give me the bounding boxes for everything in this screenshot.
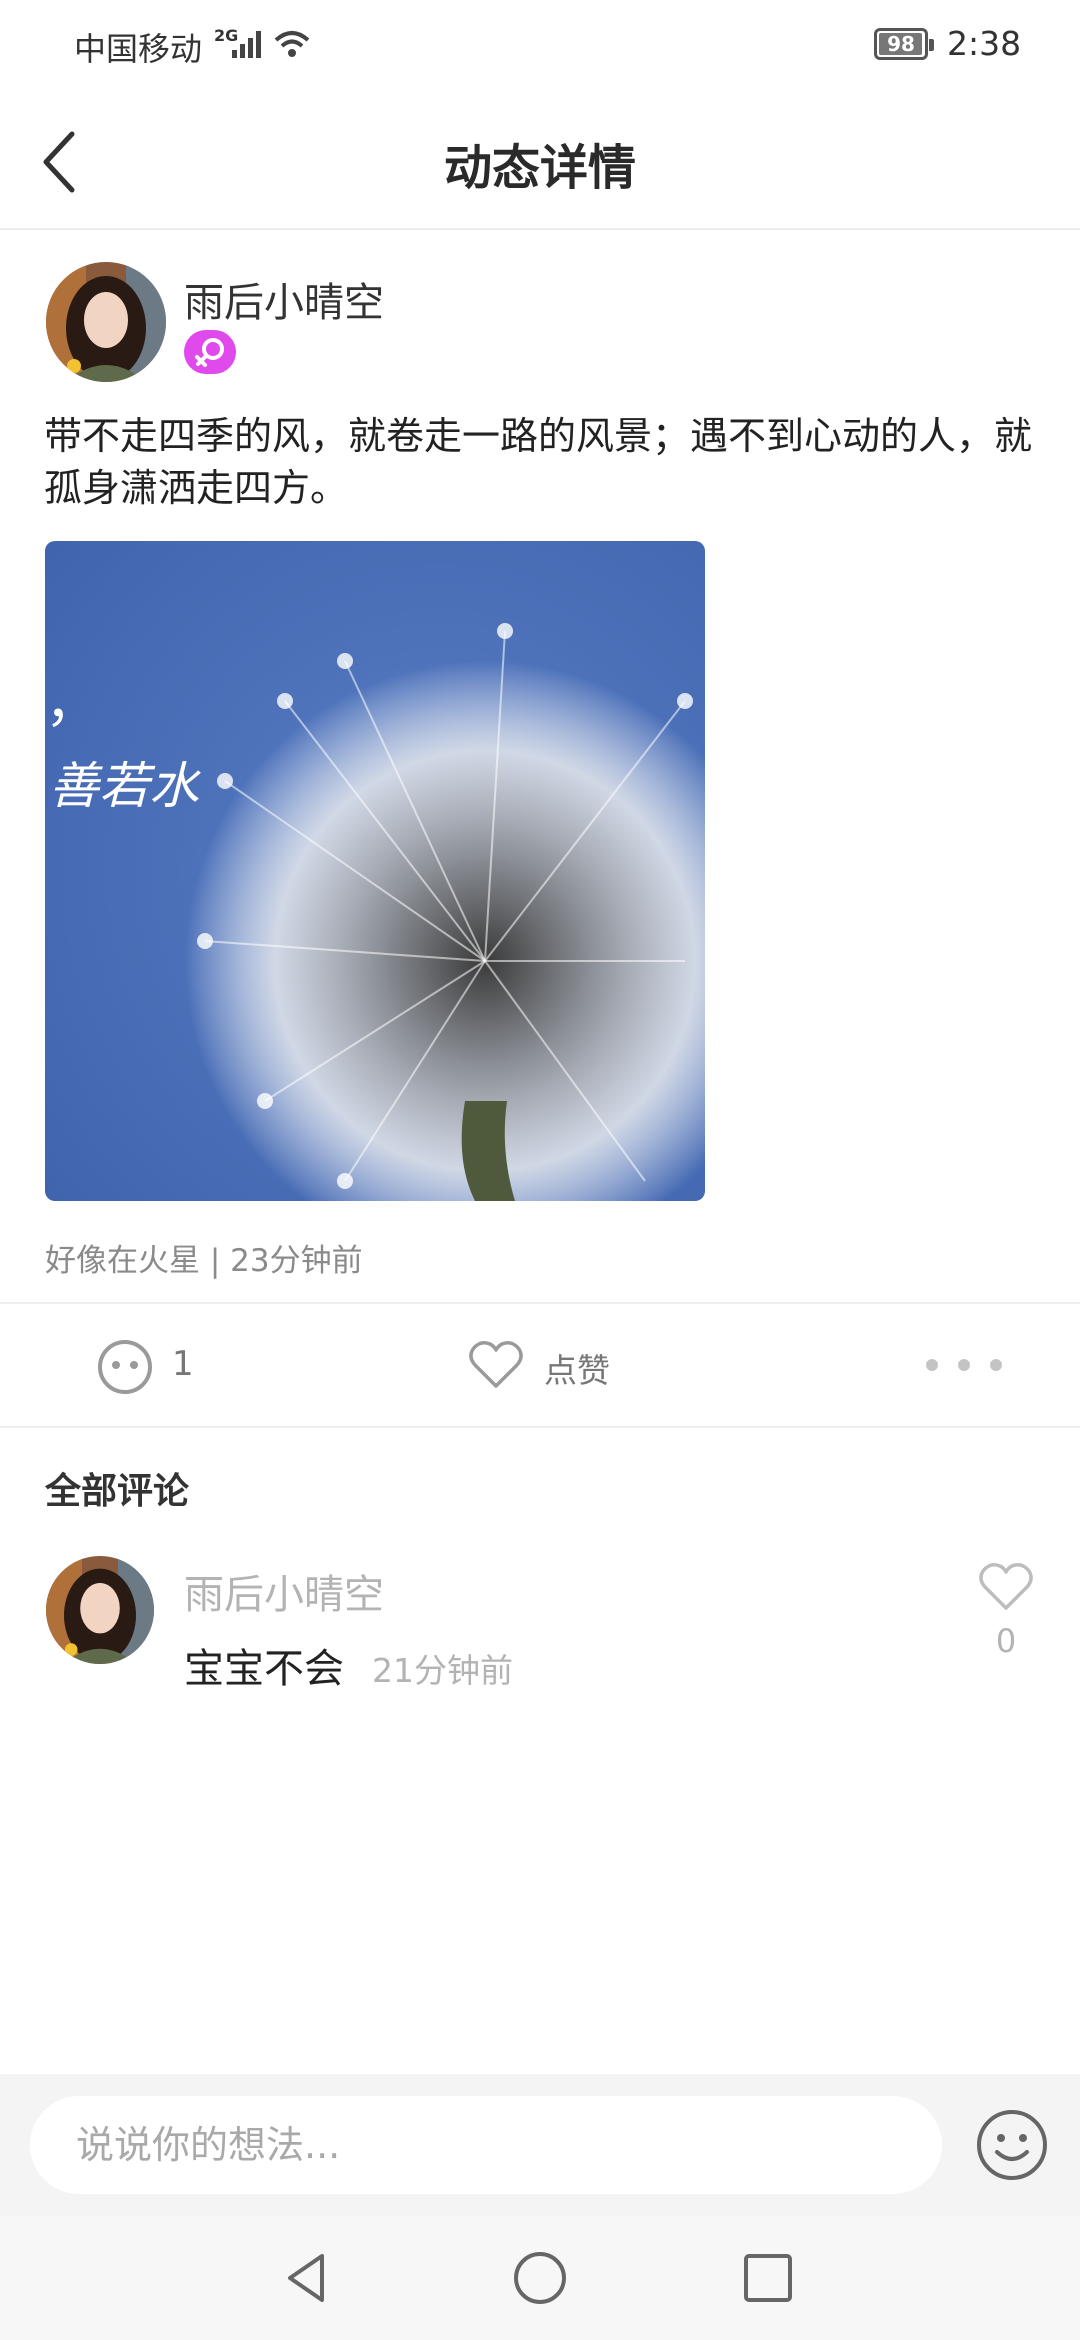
like-label: 点赞 xyxy=(544,1351,610,1390)
app-header: 动态详情 xyxy=(0,92,1080,230)
emoji-button[interactable] xyxy=(975,2108,1049,2182)
comment-bubble-icon xyxy=(98,1340,152,1394)
comment-input[interactable] xyxy=(30,2096,942,2194)
gender-badge xyxy=(184,330,236,374)
avatar-photo xyxy=(46,262,166,382)
battery-percent: 98 xyxy=(887,32,915,56)
heart-outline-icon xyxy=(469,1341,523,1388)
comment-like-count: 0 xyxy=(995,1622,1017,1660)
post-author-avatar[interactable] xyxy=(46,262,166,382)
comment-like-button[interactable]: 0 xyxy=(976,1560,1036,1670)
divider xyxy=(0,1426,1080,1428)
post-meta: 好像在火星 | 23分钟前 xyxy=(45,1243,363,1279)
post-author-name[interactable]: 雨后小晴空 xyxy=(184,270,384,328)
smiley-icon xyxy=(977,2110,1047,2180)
comment-button[interactable]: 1 xyxy=(96,1330,296,1400)
post-content: 带不走四季的风，就卷走一路的风景；遇不到心动的人，就孤身潇洒走四方。 xyxy=(44,414,1033,510)
system-nav-bar xyxy=(0,2216,1080,2340)
circle-home-icon xyxy=(514,2252,566,2304)
wifi-icon xyxy=(272,28,312,64)
divider xyxy=(0,1302,1080,1304)
image-caption-top: ， xyxy=(45,671,99,734)
clock: 2:38 xyxy=(947,24,1022,63)
status-bar: 中国移动 2G 98 2:38 xyxy=(0,0,1080,92)
nav-recent-button[interactable] xyxy=(736,2246,800,2310)
image-caption: 善若水 xyxy=(49,757,201,815)
page-title: 动态详情 xyxy=(443,140,636,196)
nav-home-button[interactable] xyxy=(508,2246,572,2310)
avatar-photo xyxy=(46,1556,154,1664)
post-image[interactable]: ， 善若水 xyxy=(45,541,705,1201)
comment-text: 宝宝不会 xyxy=(184,1646,344,1692)
comment-time: 21分钟前 xyxy=(372,1651,513,1690)
more-dots-icon xyxy=(926,1359,1002,1371)
comment-input-bar xyxy=(0,2074,1080,2216)
nav-back-button[interactable] xyxy=(276,2246,340,2310)
battery-icon: 98 xyxy=(874,28,934,60)
signal-icon xyxy=(230,28,266,64)
more-button[interactable] xyxy=(910,1330,1020,1400)
triangle-back-icon xyxy=(288,2254,324,2302)
comment-author-avatar[interactable] xyxy=(46,1556,154,1664)
carrier-label: 中国移动 xyxy=(74,30,203,68)
like-button[interactable]: 点赞 xyxy=(468,1330,648,1400)
comment-author-name[interactable]: 雨后小晴空 xyxy=(184,1562,384,1620)
square-recent-icon xyxy=(744,2254,792,2302)
heart-outline-icon xyxy=(979,1563,1033,1610)
comments-section-title: 全部评论 xyxy=(45,1471,190,1512)
comment-count: 1 xyxy=(172,1344,194,1384)
female-symbol-icon xyxy=(195,338,224,367)
dandelion-photo: ， 善若水 xyxy=(45,541,705,1201)
